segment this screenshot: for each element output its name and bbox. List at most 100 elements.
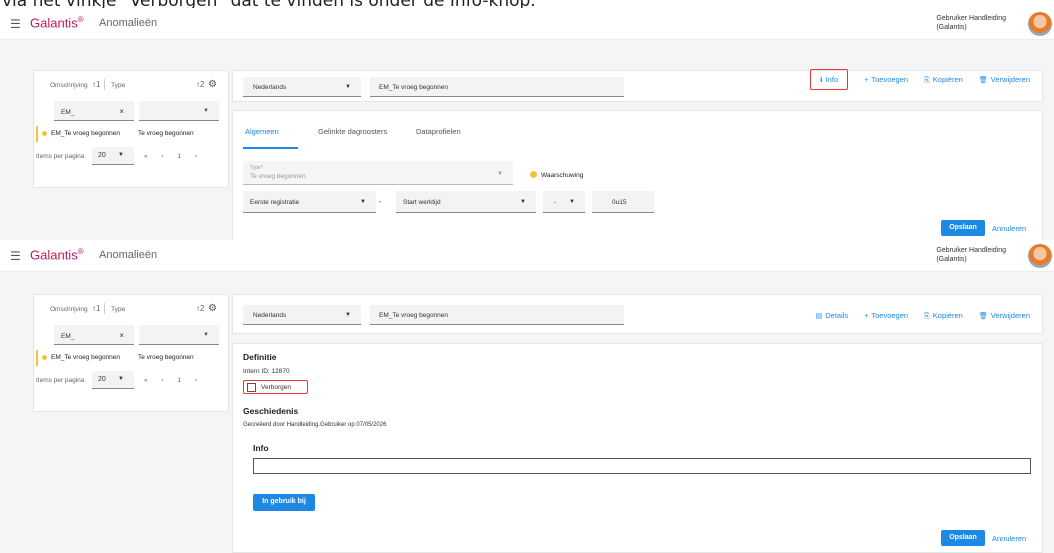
page-nav[interactable]: « ‹ 1 › — [144, 153, 203, 160]
copy-button[interactable]: ⎘ Kopiëren — [924, 311, 963, 320]
detail-toolbar: Nederlands ▼ EM_Te vroeg begonnen ▤ Detail… — [232, 294, 1043, 334]
anomaly-list-panel: Omschrijving ↑1 Type ↑2 ⚙ EM_ × ▼ EM_Te v… — [33, 294, 229, 412]
checkbox-icon[interactable] — [247, 383, 256, 392]
offset-input[interactable]: 0u15 — [592, 191, 654, 213]
page-title: Anomalieën — [99, 249, 158, 261]
definition-heading: Definitie — [243, 352, 277, 362]
language-select[interactable]: Nederlands ▼ — [243, 305, 361, 325]
screenshot-general-tab: ☰ Galantis® Anomalieën Gebruiker Handlei… — [0, 8, 1054, 245]
save-button[interactable]: Opslaan — [941, 220, 985, 236]
add-button[interactable]: + Toevoegen — [864, 75, 908, 84]
detail-toolbar: Nederlands ▼ EM_Te vroeg begonnen ℹ Info +… — [232, 69, 1043, 102]
cancel-button[interactable]: Annuleren — [992, 534, 1026, 543]
list-item[interactable]: EM_Te vroeg begonnen Te vroeg begonnen — [36, 350, 226, 366]
tab-algemeen[interactable]: Algemeen — [245, 127, 279, 136]
items-per-page-select[interactable]: 20 ▼ — [92, 147, 134, 165]
save-button[interactable]: Opslaan — [941, 530, 985, 546]
copy-button[interactable]: ⎘ Kopiëren — [924, 75, 963, 84]
brand-logo: Galantis® — [30, 15, 84, 31]
top-bar: ☰ Galantis® Anomalieën Gebruiker Handlei… — [0, 8, 1054, 40]
pagination: Items per pagina 20 ▼ « ‹ 1 › — [36, 147, 197, 165]
action-buttons: ▤ Details + Toevoegen ⎘ Kopiëren 🗑 Verwijder… — [802, 311, 1030, 321]
clear-icon[interactable]: × — [119, 331, 124, 340]
chevron-down-icon: ▼ — [345, 312, 351, 318]
chevron-down-icon: ▼ — [345, 84, 351, 90]
sort-icon[interactable]: ↑1 — [92, 304, 100, 313]
operator-label: - — [379, 197, 382, 206]
hamburger-icon[interactable]: ☰ — [10, 17, 21, 31]
delete-button[interactable]: 🗑 Verwijderen — [979, 311, 1030, 320]
copy-icon: ⎘ — [924, 77, 930, 84]
column-type[interactable]: Type — [111, 82, 125, 89]
language-select[interactable]: Nederlands ▼ — [243, 77, 361, 97]
created-by-text: Gecreëerd door Handleiding.Gebruiker op … — [243, 422, 387, 428]
clear-icon[interactable]: × — [119, 107, 124, 116]
hamburger-icon[interactable]: ☰ — [10, 249, 21, 263]
content-area: Omschrijving ↑1 Type ↑2 ⚙ EM_ × ▼ EM_Te v… — [0, 40, 1054, 245]
copy-icon: ⎘ — [924, 313, 930, 320]
info-label: Info — [253, 443, 269, 453]
content-area: Omschrijving ↑1 Type ↑2 ⚙ EM_ × ▼ EM_Te v… — [0, 272, 1054, 553]
chevron-down-icon: ▼ — [497, 171, 503, 177]
list-item[interactable]: EM_Te vroeg begonnen Te vroeg begonnen — [36, 126, 226, 142]
plus-icon: + — [864, 77, 869, 84]
warning-dot-icon — [42, 355, 47, 360]
list-header: Omschrijving ↑1 Type ↑2 ⚙ — [34, 71, 230, 101]
info-input[interactable] — [253, 458, 1031, 474]
detail-form: Algemeen Gelinkte dagroosters Dataprofie… — [232, 110, 1043, 245]
avatar[interactable] — [1028, 12, 1052, 36]
sign-select[interactable]: - ▼ — [543, 191, 585, 213]
gear-icon[interactable]: ⚙ — [208, 303, 217, 314]
trash-icon: 🗑 — [978, 313, 988, 320]
column-divider — [104, 79, 105, 90]
history-heading: Geschiedenis — [243, 406, 299, 416]
tab-gelinkte-dagroosters[interactable]: Gelinkte dagroosters — [318, 127, 387, 136]
column-type[interactable]: Type — [111, 306, 125, 313]
column-omschrijving[interactable]: Omschrijving — [50, 82, 88, 89]
filter-type-select[interactable]: ▼ — [139, 101, 219, 121]
user-info[interactable]: Gebruiker Handleiding (Galantis) — [936, 14, 1006, 32]
name-input[interactable]: EM_Te vroeg begonnen — [370, 305, 624, 325]
plus-icon: + — [864, 313, 869, 320]
type-select[interactable]: Type* Te vroeg begonnen ▼ — [243, 161, 513, 185]
user-info[interactable]: Gebruiker Handleiding (Galantis) — [936, 246, 1006, 264]
page-title: Anomalieën — [99, 17, 158, 29]
rule-field-select[interactable]: Eerste registratie ▼ — [243, 191, 376, 213]
name-input[interactable]: EM_Te vroeg begonnen — [370, 77, 624, 97]
trash-icon: 🗑 — [978, 77, 988, 84]
anomaly-list-panel: Omschrijving ↑1 Type ↑2 ⚙ EM_ × ▼ EM_Te v… — [33, 70, 229, 188]
tab-dataprofielen[interactable]: Dataprofielen — [416, 127, 461, 136]
warning-icon — [530, 171, 537, 178]
details-icon: ▤ — [815, 313, 823, 320]
delete-button[interactable]: 🗑 Verwijderen — [979, 75, 1030, 84]
reference-select[interactable]: Start werktijd ▼ — [396, 191, 536, 213]
chevron-down-icon: ▼ — [203, 108, 209, 114]
cancel-button[interactable]: Annuleren — [992, 224, 1026, 233]
items-per-page-select[interactable]: 20 ▼ — [92, 371, 134, 389]
brand-logo: Galantis® — [30, 247, 84, 263]
info-panel: Definitie Intern ID: 12870 Verborgen Ges… — [232, 343, 1043, 553]
details-button[interactable]: ▤ Details — [816, 311, 849, 320]
in-use-button[interactable]: In gebruik bij — [253, 494, 315, 511]
column-omschrijving[interactable]: Omschrijving — [50, 306, 88, 313]
action-buttons: ℹ Info + Toevoegen ⎘ Kopiëren 🗑 Verwijderen — [796, 69, 1030, 90]
info-icon: ℹ — [820, 77, 823, 84]
filter-omschrijving-input[interactable]: EM_ × — [54, 101, 134, 121]
info-button[interactable]: ℹ Info — [810, 69, 849, 90]
list-header: Omschrijving ↑1 Type ↑2 ⚙ — [34, 295, 230, 325]
top-bar: ☰ Galantis® Anomalieën Gebruiker Handlei… — [0, 240, 1054, 272]
pagination: Items per pagina 20 ▼ « ‹ 1 › — [36, 371, 197, 389]
sort-icon[interactable]: ↑2 — [196, 304, 204, 313]
sort-icon[interactable]: ↑2 — [196, 80, 204, 89]
screenshot-info-panel: ☰ Galantis® Anomalieën Gebruiker Handlei… — [0, 240, 1054, 553]
add-button[interactable]: + Toevoegen — [864, 311, 908, 320]
filter-omschrijving-input[interactable]: EM_ × — [54, 325, 134, 345]
filter-type-select[interactable]: ▼ — [139, 325, 219, 345]
hidden-checkbox[interactable]: Verborgen — [243, 380, 308, 394]
gear-icon[interactable]: ⚙ — [208, 79, 217, 90]
sort-icon[interactable]: ↑1 — [92, 80, 100, 89]
active-tab-indicator — [243, 147, 298, 149]
page-nav[interactable]: « ‹ 1 › — [144, 377, 203, 384]
warning-label: Waarschuwing — [530, 171, 583, 179]
avatar[interactable] — [1028, 244, 1052, 268]
